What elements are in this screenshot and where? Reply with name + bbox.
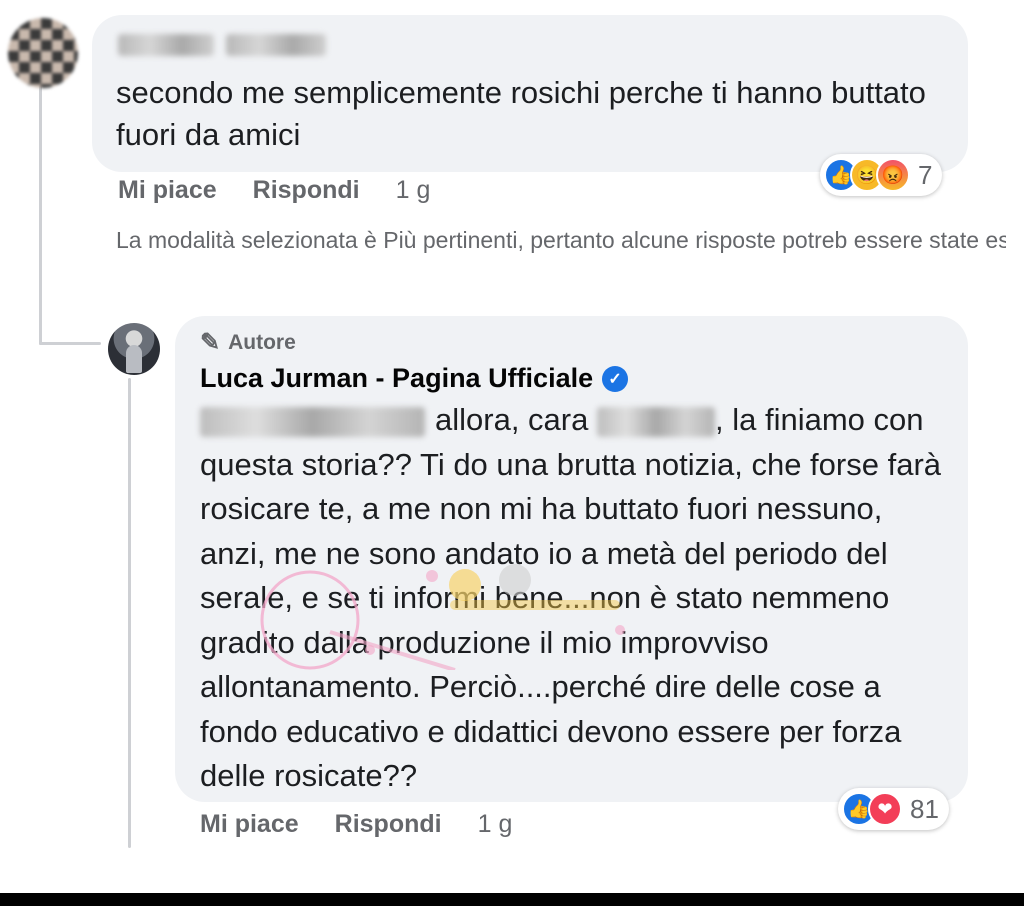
- author-avatar[interactable]: [108, 323, 160, 375]
- commenter-surname-redacted[interactable]: [226, 34, 326, 56]
- verified-badge-icon: ✓: [602, 365, 629, 392]
- author-name[interactable]: Luca Jurman - Pagina Ufficiale ✓: [200, 363, 629, 394]
- reply-button[interactable]: Rispondi: [253, 176, 360, 205]
- thread-connector: [39, 342, 101, 345]
- filter-notice: La modalità selezionata è Più pertinenti…: [116, 227, 1006, 253]
- comment-actions: Mi piace Rispondi 1 g: [118, 176, 466, 205]
- pen-icon: ✎: [200, 329, 221, 356]
- commenter-avatar[interactable]: [8, 18, 78, 88]
- reply-thread-line: [128, 378, 131, 848]
- thread-line: [39, 60, 42, 345]
- like-button[interactable]: Mi piace: [118, 176, 217, 205]
- reply-reactions[interactable]: 👍 ❤ 81: [838, 788, 949, 830]
- timestamp[interactable]: 1 g: [396, 176, 431, 205]
- reply-text-part2: , la finiamo con questa storia?? Ti do u…: [200, 402, 942, 793]
- like-button[interactable]: Mi piace: [200, 810, 299, 839]
- mention-redacted[interactable]: [200, 406, 425, 437]
- comment-text: secondo me semplicemente rosichi perche …: [116, 75, 926, 152]
- author-badge-label: Autore: [228, 330, 296, 354]
- commenter-name-redacted[interactable]: [118, 34, 214, 56]
- love-icon: ❤: [868, 792, 902, 826]
- comment-reactions[interactable]: 👍 😆 😡 7: [820, 154, 943, 196]
- name-redacted: [596, 406, 715, 437]
- bottom-bar: [0, 893, 1024, 906]
- reply-button[interactable]: Rispondi: [335, 810, 442, 839]
- timestamp[interactable]: 1 g: [478, 810, 513, 839]
- author-badge: ✎ Autore: [200, 328, 296, 357]
- author-name-label[interactable]: Luca Jurman - Pagina Ufficiale: [200, 363, 593, 394]
- reply-text: allora, cara , la finiamo con questa sto…: [200, 398, 950, 799]
- angry-icon: 😡: [876, 158, 910, 192]
- reply-text-part1: allora, cara: [435, 402, 589, 437]
- reply-actions: Mi piace Rispondi 1 g: [200, 810, 548, 839]
- reaction-count: 7: [918, 159, 933, 190]
- reaction-count: 81: [910, 793, 939, 824]
